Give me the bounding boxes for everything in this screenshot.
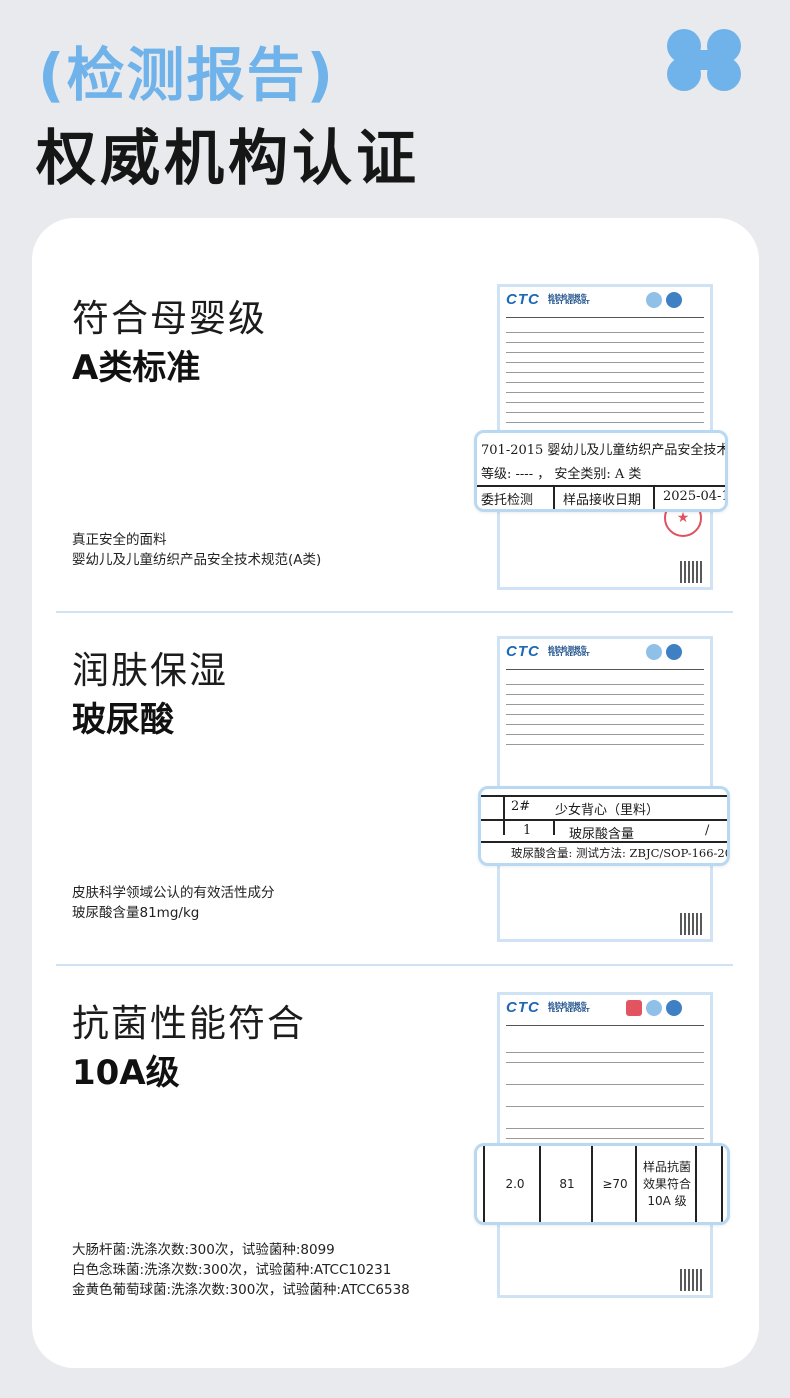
ilac-seal-icon bbox=[646, 292, 662, 308]
section-subtitle: 玻尿酸 bbox=[72, 700, 174, 740]
content-card: 符合母婴级 A类标准 真正安全的面料 婴幼儿及儿童纺织产品安全技术规范(A类) … bbox=[32, 218, 759, 1368]
description-line: 金黄色葡萄球菌:洗涤次数:300次，试验菌种:ATCC6538 bbox=[72, 1282, 410, 1298]
description-line: 白色念珠菌:洗涤次数:300次，试验菌种:ATCC10231 bbox=[72, 1262, 392, 1278]
report-header: CTC 检验检测报告 TEST REPORT bbox=[506, 290, 702, 312]
cnas-seal-icon bbox=[666, 1000, 682, 1016]
callout-cell: 81 bbox=[559, 1176, 575, 1191]
section-title: 抗菌性能符合 bbox=[72, 1002, 306, 1045]
callout-line: 样品接收日期 bbox=[563, 493, 642, 508]
ctc-logo: CTC bbox=[506, 643, 540, 660]
description-line: 皮肤科学领域公认的有效活性成分 bbox=[72, 885, 275, 901]
callout-cell: 1 bbox=[523, 823, 532, 838]
cnas-seal-icon bbox=[666, 644, 682, 660]
section-subtitle: A类标准 bbox=[72, 348, 201, 388]
ilac-seal-icon bbox=[646, 644, 662, 660]
callout-cell: ≥70 bbox=[602, 1176, 628, 1191]
callout-cell: 2# bbox=[511, 799, 531, 814]
description-line: 大肠杆菌:洗涤次数:300次，试验菌种:8099 bbox=[72, 1242, 335, 1258]
report-name-en: TEST REPORT bbox=[548, 300, 590, 306]
section-title: 润肤保湿 bbox=[72, 649, 228, 692]
report-rule bbox=[506, 669, 704, 670]
callout-cell: 2.0 bbox=[505, 1176, 525, 1191]
report-name-en: TEST REPORT bbox=[548, 652, 590, 658]
section-mother-baby: 符合母婴级 A类标准 真正安全的面料 婴幼儿及儿童纺织产品安全技术规范(A类) … bbox=[32, 218, 759, 590]
description-line: 玻尿酸含量81mg/kg bbox=[72, 905, 200, 921]
callout-line: 等级: ---- ， 安全类别: A 类 bbox=[481, 467, 642, 482]
callout-line: 2025-04-1 bbox=[663, 489, 728, 504]
callout-cell: 少女背心（里料） bbox=[555, 803, 660, 818]
ctc-logo: CTC bbox=[506, 291, 540, 308]
callout-line: 701-2015 婴幼儿及儿童纺织产品安全技术规 bbox=[481, 443, 728, 458]
description-line: 真正安全的面料 bbox=[72, 532, 167, 548]
report-magnifier: 2.0 81 ≥70 样品抗菌 效果符合 10A 级 bbox=[474, 1143, 730, 1225]
brand-logo-icon bbox=[667, 29, 741, 91]
report-rule bbox=[506, 1025, 704, 1026]
ctc-logo: CTC bbox=[506, 999, 540, 1016]
report-magnifier: 2# 少女背心（里料） 1 玻尿酸含量 / 玻尿酸含量: 测试方法: ZBJC/… bbox=[478, 786, 730, 866]
description-line: 婴幼儿及儿童纺织产品安全技术规范(A类) bbox=[72, 552, 322, 568]
section-description: 大肠杆菌:洗涤次数:300次，试验菌种:8099 白色念珠菌:洗涤次数:300次… bbox=[72, 1240, 410, 1300]
page-title: 权威机构认证 bbox=[36, 124, 420, 194]
page-tag: (检测报告) bbox=[38, 41, 336, 109]
section-hyaluronic: 润肤保湿 玻尿酸 皮肤科学领域公认的有效活性成分 玻尿酸含量81mg/kg CT… bbox=[32, 570, 759, 942]
callout-cell-line: 样品抗菌 bbox=[642, 1159, 691, 1174]
cma-seal-icon bbox=[626, 1000, 642, 1016]
report-rule bbox=[506, 317, 704, 318]
callout-cell-line: 效果符合 bbox=[642, 1176, 691, 1191]
qr-code-icon bbox=[680, 1269, 702, 1291]
ilac-seal-icon bbox=[646, 1000, 662, 1016]
section-subtitle: 10A级 bbox=[72, 1053, 180, 1093]
section-description: 皮肤科学领域公认的有效活性成分 玻尿酸含量81mg/kg bbox=[72, 883, 275, 923]
section-title: 符合母婴级 bbox=[72, 297, 267, 340]
callout-cell-line: 10A 级 bbox=[647, 1193, 687, 1208]
report-header: CTC 检验检测报告 TEST REPORT bbox=[506, 642, 702, 664]
report-name-en: TEST REPORT bbox=[548, 1008, 590, 1014]
report-magnifier: 701-2015 婴幼儿及儿童纺织产品安全技术规 等级: ---- ， 安全类别… bbox=[474, 430, 728, 512]
section-description: 真正安全的面料 婴幼儿及儿童纺织产品安全技术规范(A类) bbox=[72, 530, 321, 570]
report-table bbox=[506, 675, 704, 745]
cnas-seal-icon bbox=[666, 292, 682, 308]
callout-line: 委托检测 bbox=[481, 493, 534, 508]
section-antibacterial: 抗菌性能符合 10A级 大肠杆菌:洗涤次数:300次，试验菌种:8099 白色念… bbox=[32, 923, 759, 1298]
callout-cell: 样品抗菌 效果符合 10A 级 bbox=[637, 1146, 697, 1222]
report-header: CTC 检验检测报告 TEST REPORT bbox=[506, 998, 702, 1020]
callout-cell: / bbox=[705, 823, 710, 838]
callout-cell: 玻尿酸含量: 测试方法: ZBJC/SOP-166-2024. bbox=[511, 846, 730, 860]
report-table bbox=[506, 1031, 704, 1139]
callout-cell: 玻尿酸含量 bbox=[569, 827, 635, 842]
